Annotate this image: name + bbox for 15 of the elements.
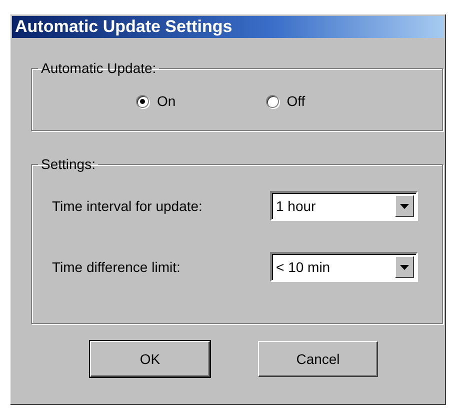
radio-label[interactable]: On (157, 93, 176, 109)
dropdown-arrow-icon[interactable] (400, 204, 409, 208)
dropdown-field[interactable]: 1 hour (270, 191, 418, 221)
radio-button[interactable] (136, 94, 149, 108)
cancel-button[interactable]: Cancel (258, 341, 378, 377)
group-label: Automatic Update: (40, 60, 158, 76)
ok-button[interactable]: OK (90, 341, 210, 377)
radio-label[interactable]: Off (286, 93, 306, 109)
window-title: Automatic Update Settings (12, 16, 444, 38)
field-label: Time difference limit: (52, 259, 180, 275)
radio-button[interactable] (266, 94, 279, 108)
dropdown-arrow-icon[interactable] (400, 264, 409, 270)
field-label: Time interval for update: (52, 198, 202, 214)
dropdown-field[interactable]: < 10 min (270, 252, 418, 282)
group-label: Settings: (40, 156, 96, 172)
